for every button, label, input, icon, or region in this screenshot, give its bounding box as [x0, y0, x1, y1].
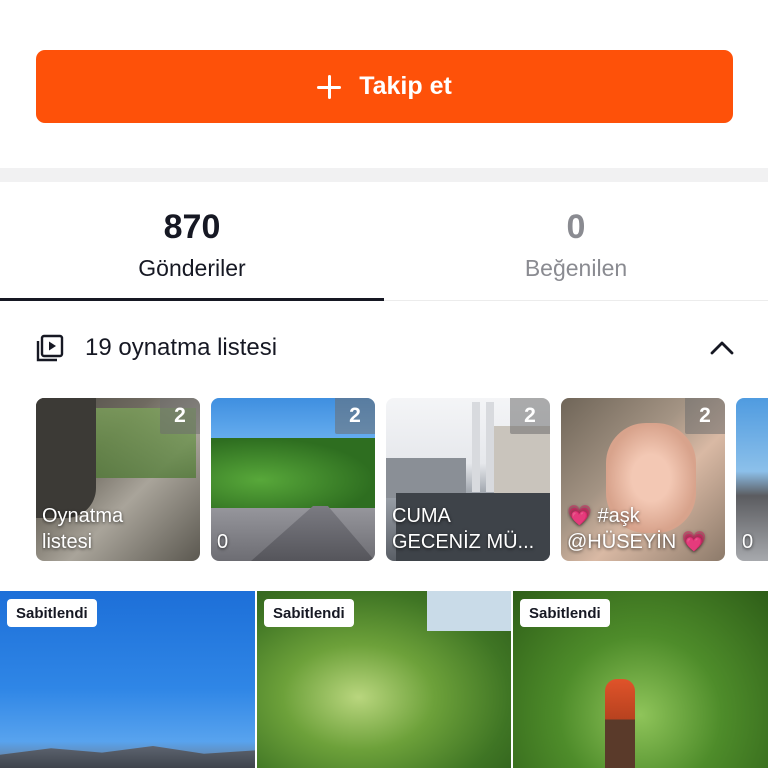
- playlist-card[interactable]: 0: [736, 398, 768, 561]
- playlist-name: 0: [217, 531, 229, 553]
- playlist-name: Oynatma listesi: [42, 505, 124, 553]
- tab-liked[interactable]: 0 Beğenilen: [384, 182, 768, 301]
- playlist-name: 0: [742, 531, 754, 553]
- liked-label: Beğenilen: [524, 255, 628, 281]
- playlist-card[interactable]: 2 CUMA GECENİZ MÜ...: [386, 398, 550, 561]
- liked-count: 0: [566, 208, 586, 246]
- playlist-video-count: 2: [685, 398, 725, 434]
- plus-icon: [317, 74, 342, 99]
- playlist-name: 💗 #aşk @HÜSEYİN 💗: [567, 505, 707, 553]
- playlist-count-title: 19 oynatma listesi: [85, 334, 278, 361]
- tab-posts[interactable]: 870 Gönderiler: [0, 182, 384, 301]
- section-divider: [0, 168, 768, 182]
- playlist-card[interactable]: 2 0: [211, 398, 375, 561]
- active-tab-indicator: [0, 298, 384, 301]
- playlist-video-count: 2: [335, 398, 375, 434]
- video-thumbnail[interactable]: Sabitlendi: [0, 591, 255, 768]
- playlist-header[interactable]: 19 oynatma listesi: [0, 318, 768, 378]
- profile-tabs: 870 Gönderiler 0 Beğenilen: [0, 182, 768, 301]
- playlist-card[interactable]: 2 💗 #aşk @HÜSEYİN 💗: [561, 398, 725, 561]
- playlist-card[interactable]: 2 Oynatma listesi: [36, 398, 200, 561]
- pinned-badge: Sabitlendi: [264, 599, 354, 627]
- playlist-name: CUMA GECENİZ MÜ...: [392, 505, 535, 553]
- follow-button[interactable]: Takip et: [36, 50, 733, 123]
- posts-label: Gönderiler: [138, 255, 246, 281]
- pinned-badge: Sabitlendi: [7, 599, 97, 627]
- profile-page: Takip et 870 Gönderiler 0 Beğenilen 19 o…: [0, 0, 768, 768]
- playlist-video-count: 2: [160, 398, 200, 434]
- posts-count: 870: [163, 208, 221, 246]
- chevron-up-icon[interactable]: [706, 332, 738, 364]
- video-image-person: [605, 679, 635, 768]
- video-image-sky: [427, 591, 511, 631]
- video-thumbnail[interactable]: Sabitlendi: [257, 591, 511, 768]
- pinned-badge: Sabitlendi: [520, 599, 610, 627]
- video-thumbnail[interactable]: Sabitlendi: [513, 591, 768, 768]
- follow-button-label: Takip et: [359, 72, 452, 100]
- playlist-video-count: 2: [510, 398, 550, 434]
- playlist-icon: [36, 334, 64, 362]
